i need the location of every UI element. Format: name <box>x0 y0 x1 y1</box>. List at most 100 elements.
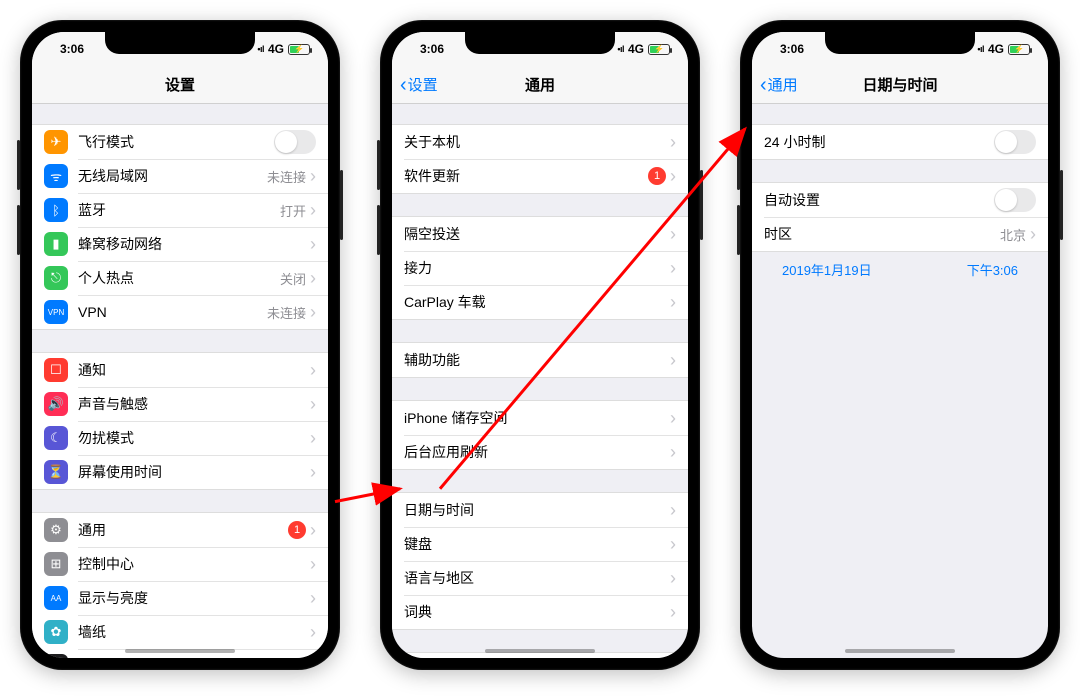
toggle[interactable] <box>994 130 1036 154</box>
row-label: 键盘 <box>404 534 670 554</box>
row-自动设置[interactable]: 自动设置 <box>752 183 1048 217</box>
chevron-right-icon: › <box>310 463 316 481</box>
toggle[interactable] <box>994 188 1036 212</box>
row-CarPlay-车载[interactable]: CarPlay 车载› <box>392 285 688 319</box>
row-label: 通用 <box>78 520 288 540</box>
row-24-小时制[interactable]: 24 小时制 <box>752 125 1048 159</box>
phone-settings-root: 3:06 •ıl 4G ⚡ 设置 ✈飞行模式ᯤ无线局域网未连接›ᛒ蓝牙打开›▮蜂… <box>20 20 340 670</box>
row-词典[interactable]: 词典› <box>392 595 688 629</box>
siri-icon: ◉ <box>44 654 68 658</box>
badge: 1 <box>288 521 306 539</box>
chevron-left-icon: ‹ <box>400 75 407 95</box>
navbar: ‹ 通用 日期与时间 <box>752 66 1048 104</box>
row-gear[interactable]: ⚙ 通用1› <box>32 513 328 547</box>
navbar: ‹ 设置 通用 <box>392 66 688 104</box>
gear-icon: ⚙ <box>44 518 68 542</box>
datetime-list[interactable]: 24 小时制自动设置时区北京› 2019年1月19日 下午3:06 <box>752 104 1048 658</box>
row-label: Siri 与搜索 <box>78 656 310 658</box>
signal-icon: •ıl <box>257 44 264 54</box>
row-sound[interactable]: 🔊声音与触感› <box>32 387 328 421</box>
chevron-right-icon: › <box>670 535 676 553</box>
chevron-right-icon: › <box>670 225 676 243</box>
phone-date-time: 3:06 •ıl 4G ⚡ ‹ 通用 日期与时间 24 小时制自动设置时区北京›… <box>740 20 1060 670</box>
row-hotspot[interactable]: ⎋个人热点关闭› <box>32 261 328 295</box>
home-indicator[interactable] <box>485 649 595 653</box>
row-bluetooth[interactable]: ᛒ蓝牙打开› <box>32 193 328 227</box>
chevron-right-icon: › <box>310 429 316 447</box>
row-label: 勿扰模式 <box>78 428 310 448</box>
chevron-right-icon: › <box>310 589 316 607</box>
row-label: 屏幕使用时间 <box>78 462 310 482</box>
row-时区[interactable]: 时区北京› <box>752 217 1048 251</box>
row-label: 控制中心 <box>78 554 310 574</box>
notif-icon: ☐ <box>44 358 68 382</box>
row-label: 蓝牙 <box>78 200 280 220</box>
chevron-left-icon: ‹ <box>760 75 767 95</box>
row-iPhone-储存空间[interactable]: iPhone 储存空间› <box>392 401 688 435</box>
row-接力[interactable]: 接力› <box>392 251 688 285</box>
notch <box>825 32 975 54</box>
row-语言与地区[interactable]: 语言与地区› <box>392 561 688 595</box>
row-vpn[interactable]: VPNVPN未连接› <box>32 295 328 329</box>
airplane-icon: ✈ <box>44 130 68 154</box>
chevron-right-icon: › <box>670 259 676 277</box>
chevron-right-icon: › <box>310 555 316 573</box>
cell-icon: ▮ <box>44 232 68 256</box>
carrier-label: 4G <box>988 42 1004 56</box>
chevron-right-icon: › <box>310 623 316 641</box>
row-control[interactable]: ⊞ 控制中心› <box>32 547 328 581</box>
chevron-right-icon: › <box>310 395 316 413</box>
row-wifi[interactable]: ᯤ无线局域网未连接› <box>32 159 328 193</box>
vpn-icon: VPN <box>44 300 68 324</box>
control-icon: ⊞ <box>44 552 68 576</box>
row-隔空投送[interactable]: 隔空投送› <box>392 217 688 251</box>
back-button[interactable]: ‹ 通用 <box>760 74 798 95</box>
date-button[interactable]: 2019年1月19日 <box>782 260 872 279</box>
row-辅助功能[interactable]: 辅助功能› <box>392 343 688 377</box>
toggle[interactable] <box>274 130 316 154</box>
chevron-right-icon: › <box>1030 225 1036 243</box>
settings-list[interactable]: ✈飞行模式ᯤ无线局域网未连接›ᛒ蓝牙打开›▮蜂窝移动网络›⎋个人热点关闭›VPN… <box>32 104 328 658</box>
row-日期与时间[interactable]: 日期与时间› <box>392 493 688 527</box>
row-value: 未连接 <box>267 167 306 186</box>
chevron-right-icon: › <box>310 167 316 185</box>
home-indicator[interactable] <box>845 649 955 653</box>
chevron-right-icon: › <box>670 293 676 311</box>
dnd-icon: ☾ <box>44 426 68 450</box>
row-软件更新[interactable]: 软件更新1› <box>392 159 688 193</box>
battery-icon: ⚡ <box>1008 44 1030 55</box>
bluetooth-icon: ᛒ <box>44 198 68 222</box>
row-notif[interactable]: ☐ 通知› <box>32 353 328 387</box>
general-list[interactable]: 关于本机›软件更新1›隔空投送›接力›CarPlay 车载›辅助功能›iPhon… <box>392 104 688 658</box>
row-label: 关于本机 <box>404 132 670 152</box>
row-cell[interactable]: ▮蜂窝移动网络› <box>32 227 328 261</box>
row-airplane[interactable]: ✈ 飞行模式 <box>32 125 328 159</box>
row-display[interactable]: AA显示与亮度› <box>32 581 328 615</box>
row-关于本机[interactable]: 关于本机› <box>392 125 688 159</box>
row-value: 北京 <box>1000 225 1026 244</box>
page-title: 日期与时间 <box>862 74 937 95</box>
row-label: 飞行模式 <box>78 132 274 152</box>
row-screentime[interactable]: ⏳屏幕使用时间› <box>32 455 328 489</box>
time-button[interactable]: 下午3:06 <box>967 260 1018 279</box>
signal-icon: •ıl <box>617 44 624 54</box>
back-button[interactable]: ‹ 设置 <box>400 74 438 95</box>
row-键盘[interactable]: 键盘› <box>392 527 688 561</box>
row-label: 通知 <box>78 360 310 380</box>
row-后台应用刷新[interactable]: 后台应用刷新› <box>392 435 688 469</box>
row-dnd[interactable]: ☾ 勿扰模式› <box>32 421 328 455</box>
carrier-label: 4G <box>268 42 284 56</box>
chevron-right-icon: › <box>670 501 676 519</box>
row-value: 未连接 <box>267 303 306 322</box>
chevron-right-icon: › <box>310 361 316 379</box>
display-icon: AA <box>44 586 68 610</box>
row-label: 个人热点 <box>78 268 280 288</box>
date-time-picker-row[interactable]: 2019年1月19日 下午3:06 <box>752 252 1048 287</box>
chevron-right-icon: › <box>670 569 676 587</box>
chevron-right-icon: › <box>310 521 316 539</box>
phone-general: 3:06 •ıl 4G ⚡ ‹ 设置 通用 关于本机›软件更新1›隔空投送›接力… <box>380 20 700 670</box>
row-value: 关闭 <box>280 269 306 288</box>
home-indicator[interactable] <box>125 649 235 653</box>
row-iTunes-无线局域网同步[interactable]: iTunes 无线局域网同步› <box>392 653 688 658</box>
row-wallpaper[interactable]: ✿墙纸› <box>32 615 328 649</box>
